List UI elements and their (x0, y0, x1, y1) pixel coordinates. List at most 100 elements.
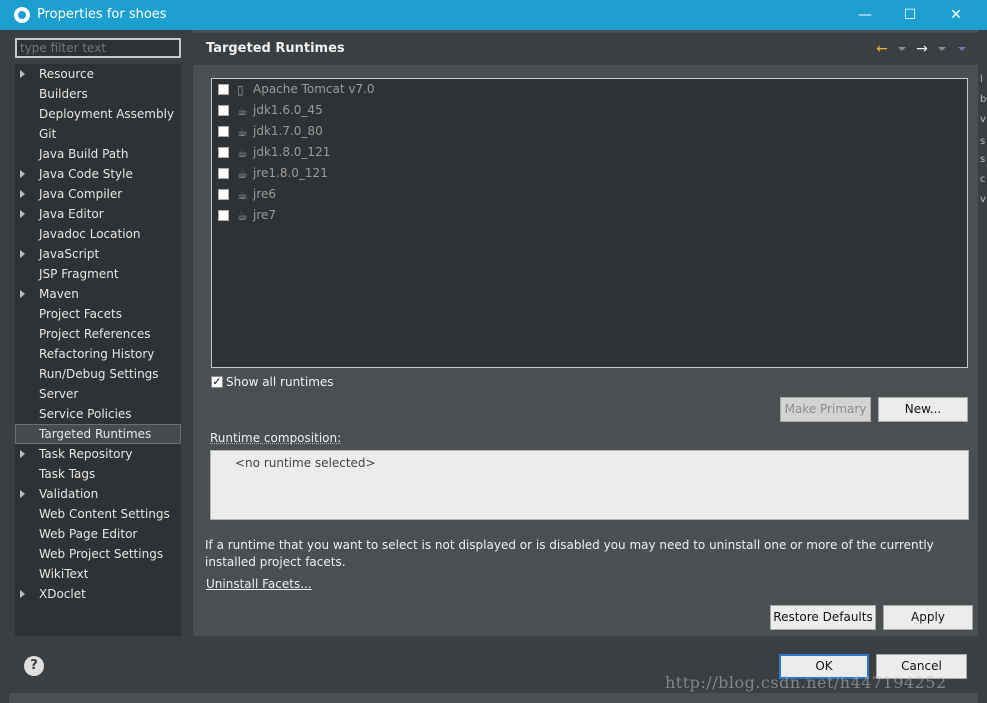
expand-arrow-icon[interactable] (20, 190, 25, 198)
runtime-label: jre6 (253, 187, 277, 201)
checkbox-checked-icon[interactable]: ✓ (211, 376, 223, 388)
tree-item-project-facets[interactable]: Project Facets (15, 304, 181, 324)
runtime-checkbox[interactable] (218, 147, 229, 158)
minimize-button[interactable]: — (842, 2, 888, 28)
runtime-row[interactable]: ☕ jdk1.8.0_121 (218, 143, 718, 163)
page-title: Targeted Runtimes (206, 41, 345, 56)
tree-item-server[interactable]: Server (15, 384, 181, 404)
tree-item-project-references[interactable]: Project References (15, 324, 181, 344)
tree-item-builders[interactable]: Builders (15, 84, 181, 104)
server-icon: ▯ (237, 83, 244, 97)
tree-item-javascript[interactable]: JavaScript (15, 244, 181, 264)
tree-item-xdoclet[interactable]: XDoclet (15, 584, 181, 604)
runtime-checkbox[interactable] (218, 105, 229, 116)
runtime-row[interactable]: ☕ jdk1.7.0_80 (218, 122, 718, 142)
jre-icon: ☕ (237, 167, 248, 181)
show-all-runtimes-label: Show all runtimes (226, 375, 334, 389)
expand-arrow-icon[interactable] (20, 490, 25, 498)
tree-item-refactoring-history[interactable]: Refactoring History (15, 344, 181, 364)
runtime-label: jre1.8.0_121 (253, 166, 328, 180)
info-text: If a runtime that you want to select is … (205, 538, 934, 569)
back-arrow-icon[interactable]: ← (874, 41, 890, 57)
expand-arrow-icon[interactable] (20, 70, 25, 78)
expand-arrow-icon[interactable] (20, 210, 25, 218)
forward-dropdown-icon[interactable] (938, 47, 946, 51)
tree-item-git[interactable]: Git (15, 124, 181, 144)
make-primary-button[interactable]: Make Primary (780, 397, 871, 422)
background-window-right: l b v s s c v (978, 30, 987, 703)
page-header: Targeted Runtimes ← → (193, 33, 978, 65)
tree-item-java-compiler[interactable]: Java Compiler (15, 184, 181, 204)
new-button[interactable]: New... (878, 397, 968, 422)
runtime-list: ▯ Apache Tomcat v7.0 ☕ jdk1.6.0_45 ☕ jdk… (211, 78, 968, 368)
tree-item-web-content-settings[interactable]: Web Content Settings (15, 504, 181, 524)
tree-item-validation[interactable]: Validation (15, 484, 181, 504)
tree-item-task-repository[interactable]: Task Repository (15, 444, 181, 464)
runtime-label: jdk1.6.0_45 (253, 103, 323, 117)
forward-arrow-icon[interactable]: → (914, 41, 930, 57)
runtime-row[interactable]: ☕ jre1.8.0_121 (218, 164, 718, 184)
runtime-composition-box: <no runtime selected> (210, 450, 969, 520)
runtime-composition-label: Runtime composition: (210, 431, 342, 445)
runtime-checkbox[interactable] (218, 84, 229, 95)
background-letter: s (980, 154, 986, 165)
jre-icon: ☕ (237, 209, 248, 223)
jre-icon: ☕ (237, 125, 248, 139)
expand-arrow-icon[interactable] (20, 590, 25, 598)
jre-icon: ☕ (237, 188, 248, 202)
background-letter: b (980, 94, 987, 105)
back-dropdown-icon[interactable] (898, 47, 906, 51)
tree-item-deployment-assembly[interactable]: Deployment Assembly (15, 104, 181, 124)
window-title: Properties for shoes (37, 7, 167, 22)
runtime-row[interactable]: ☕ jre6 (218, 185, 718, 205)
tree-item-maven[interactable]: Maven (15, 284, 181, 304)
uninstall-facets-link[interactable]: Uninstall Facets... (206, 577, 312, 591)
background-letter: l (980, 74, 983, 85)
runtime-row[interactable]: ☕ jre7 (218, 206, 718, 226)
tree-item-jsp-fragment[interactable]: JSP Fragment (15, 264, 181, 284)
tree-item-wikitext[interactable]: WikiText (15, 564, 181, 584)
tree-item-javadoc-location[interactable]: Javadoc Location (15, 224, 181, 244)
runtime-label: jdk1.8.0_121 (253, 145, 331, 159)
title-bar[interactable]: Properties for shoes — ☐ ✕ (0, 0, 987, 30)
tree-item-java-code-style[interactable]: Java Code Style (15, 164, 181, 184)
properties-dialog: l b v s s c v Properties for shoes — ☐ ✕… (0, 0, 987, 703)
runtime-checkbox[interactable] (218, 189, 229, 200)
background-letter: v (980, 114, 986, 125)
runtime-checkbox[interactable] (218, 168, 229, 179)
apply-button[interactable]: Apply (883, 605, 973, 630)
tree-item-web-page-editor[interactable]: Web Page Editor (15, 524, 181, 544)
runtime-label: jre7 (253, 208, 277, 222)
tree-item-java-editor[interactable]: Java Editor (15, 204, 181, 224)
expand-arrow-icon[interactable] (20, 290, 25, 298)
tree-item-web-project-settings[interactable]: Web Project Settings (15, 544, 181, 564)
filter-input[interactable] (15, 38, 181, 58)
runtime-checkbox[interactable] (218, 126, 229, 137)
tree-item-task-tags[interactable]: Task Tags (15, 464, 181, 484)
sash-divider[interactable] (187, 30, 192, 638)
runtime-row[interactable]: ▯ Apache Tomcat v7.0 (218, 80, 718, 100)
runtime-row[interactable]: ☕ jdk1.6.0_45 (218, 101, 718, 121)
tree-item-targeted-runtimes[interactable]: Targeted Runtimes (15, 424, 181, 444)
maximize-button[interactable]: ☐ (887, 2, 933, 28)
restore-defaults-button[interactable]: Restore Defaults (770, 605, 876, 630)
expand-arrow-icon[interactable] (20, 450, 25, 458)
background-window-left (0, 30, 9, 703)
background-letter: s (980, 136, 986, 147)
no-runtime-selected-text: <no runtime selected> (235, 456, 376, 470)
close-button[interactable]: ✕ (933, 2, 979, 28)
tree-item-resource[interactable]: Resource (15, 64, 181, 84)
runtime-label: Apache Tomcat v7.0 (253, 82, 375, 96)
expand-arrow-icon[interactable] (20, 250, 25, 258)
background-letter: v (980, 194, 986, 205)
runtime-checkbox[interactable] (218, 210, 229, 221)
view-menu-icon[interactable] (958, 47, 966, 51)
help-icon[interactable]: ? (24, 656, 44, 676)
tree-item-java-build-path[interactable]: Java Build Path (15, 144, 181, 164)
jre-icon: ☕ (237, 146, 248, 160)
eclipse-icon (14, 7, 30, 23)
expand-arrow-icon[interactable] (20, 170, 25, 178)
tree-item-service-policies[interactable]: Service Policies (15, 404, 181, 424)
property-tree: Resource Builders Deployment Assembly Gi… (15, 64, 181, 636)
tree-item-run-debug-settings[interactable]: Run/Debug Settings (15, 364, 181, 384)
